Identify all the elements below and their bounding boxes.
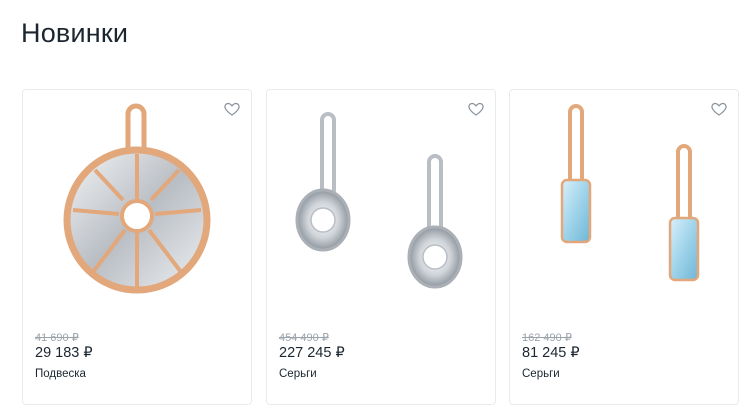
- product-card[interactable]: 454 490 ₽ 227 245 ₽ Серьги: [266, 89, 496, 405]
- price: 29 183 ₽: [35, 345, 93, 361]
- section-title: Новинки: [21, 18, 129, 48]
- old-price: 41 690 ₽: [35, 332, 79, 344]
- product-card[interactable]: 162 490 ₽ 81 245 ₽ Серьги: [509, 89, 739, 405]
- old-price: 454 490 ₽: [279, 332, 329, 344]
- price: 227 245 ₽: [279, 345, 345, 361]
- price: 81 245 ₽: [522, 345, 580, 361]
- category: Серьги: [522, 368, 560, 380]
- old-price: 162 490 ₽: [522, 332, 572, 344]
- pendant-image[interactable]: [33, 102, 241, 312]
- category: Серьги: [279, 368, 317, 380]
- product-card[interactable]: 41 690 ₽ 29 183 ₽ Подвеска: [22, 89, 252, 405]
- earrings-image[interactable]: [277, 102, 485, 312]
- category: Подвеска: [35, 368, 86, 380]
- earrings-image[interactable]: [520, 102, 728, 312]
